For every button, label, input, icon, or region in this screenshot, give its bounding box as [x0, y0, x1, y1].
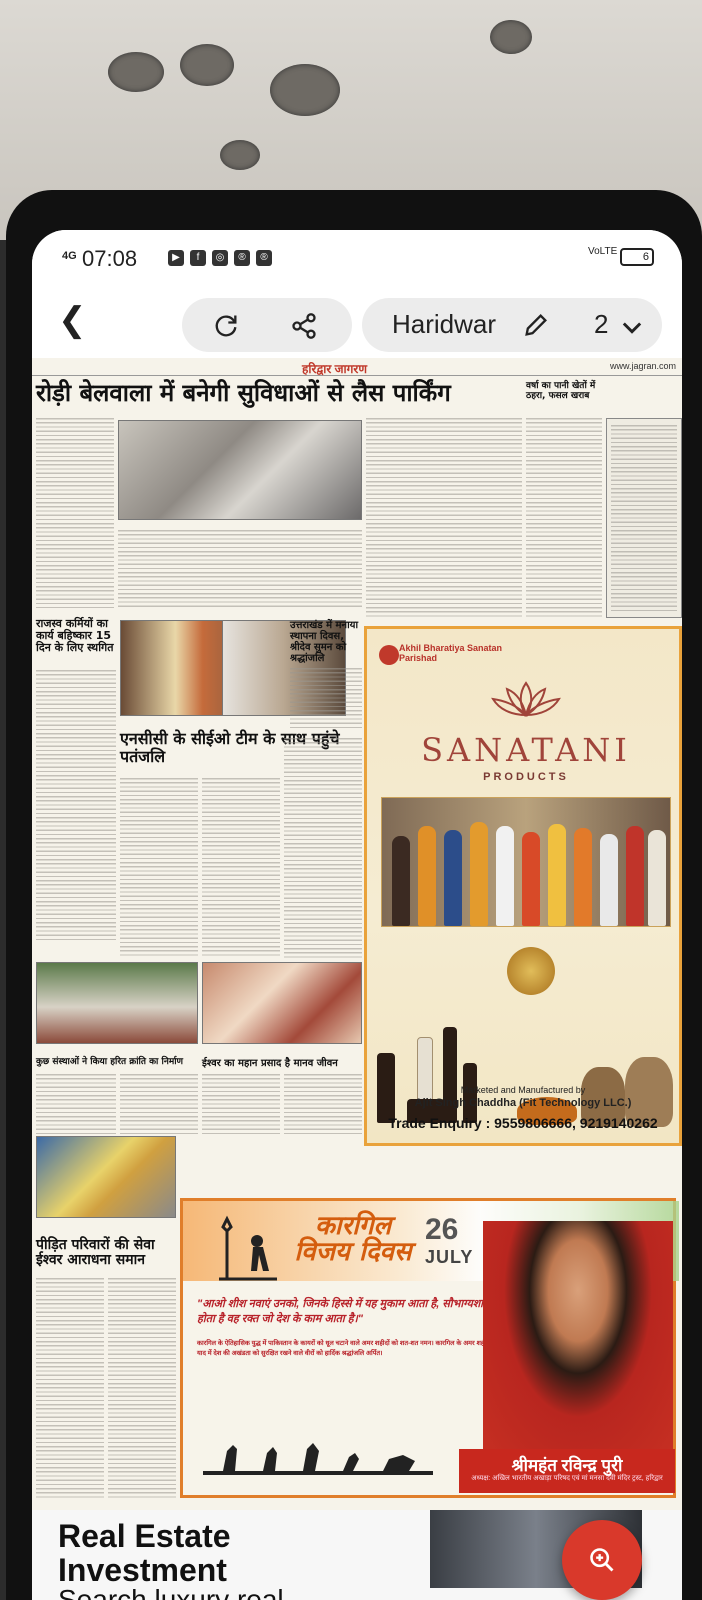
article-text [120, 1074, 198, 1134]
uttarakhand-headline: उत्तराखंड में मनाया स्थापना दिवस, श्रीदे… [290, 620, 359, 664]
background-hole [220, 140, 260, 170]
person-figure [648, 830, 666, 926]
person-figure [574, 828, 592, 926]
background-hole [270, 64, 340, 116]
soldiers-silhouette [203, 1443, 433, 1475]
kargil-vijay-diwas-advertisement[interactable]: कारगिल विजय दिवस 26 JULY "आओ शीश नवाएं उ… [180, 1198, 679, 1498]
plantation-photo [36, 962, 198, 1044]
battery-indicator: 6 [620, 248, 654, 266]
article-text [120, 778, 198, 958]
ad-title: कारगिल विजय दिवस [294, 1211, 412, 1267]
phone-frame: 4G 07:08 ▶ f ◎ ® ® VoLTE 6 ❮ Haridwar 2 … [6, 190, 702, 1600]
relief-photo [36, 1136, 176, 1218]
god-headline: ईश्वर का महान प्रसाद है मानव जीवन [202, 1058, 338, 1069]
youtube-icon: ▶ [168, 250, 184, 266]
action-pill [182, 298, 352, 352]
ad-body: कारगिल के ऐतिहासिक युद्ध में पाकिस्तान क… [197, 1340, 500, 1357]
pencil-icon[interactable] [522, 311, 550, 339]
person-figure [470, 822, 488, 926]
status-bar: 4G 07:08 ▶ f ◎ ® ® VoLTE 6 [32, 230, 682, 286]
page-masthead: हरिद्वार जागरण www.jagran.com [32, 358, 682, 376]
back-button[interactable]: ❮ [58, 300, 87, 340]
article-text [108, 1278, 176, 1498]
ad-quote: "आओ शीश नवाएं उनको, जिनके हिस्से में यह … [197, 1298, 494, 1325]
article-text [36, 670, 116, 940]
article-text [118, 530, 362, 610]
ad-company: Ajit Singh Chaddha (Fit Technology LLC.) [414, 1097, 632, 1109]
registered-icon: ® [234, 250, 250, 266]
service-headline: पीड़ित परिवारों की सेवा ईश्वर आराधना समा… [36, 1237, 155, 1269]
sanatani-token-coin [507, 947, 555, 995]
person-figure [444, 830, 462, 926]
zoom-button[interactable] [562, 1520, 642, 1600]
person-figure [392, 836, 410, 926]
person-figure [600, 834, 618, 926]
meeting-photo [118, 420, 362, 520]
facebook-icon: f [190, 250, 206, 266]
portrait-photo [483, 1221, 673, 1453]
ad-person-name: श्रीमहंत रविन्द्र पुरी [511, 1456, 623, 1475]
newspaper-page[interactable]: हरिद्वार जागरण www.jagran.com रोड़ी बेलव… [32, 358, 682, 1588]
ad-month: JULY [425, 1247, 474, 1267]
network-type: 4G [62, 250, 77, 262]
background-hole [490, 20, 532, 54]
edition-name[interactable]: Haridwar [392, 309, 496, 340]
article-text [202, 778, 280, 958]
ad-org: Akhil Bharatiya Sanatan Parishad [399, 643, 503, 663]
phone-screen: 4G 07:08 ▶ f ◎ ® ® VoLTE 6 ❮ Haridwar 2 … [32, 230, 682, 1600]
page-number[interactable]: 2 [594, 309, 608, 340]
lotus-icon [491, 681, 561, 717]
person-figure [548, 824, 566, 926]
ad-brand: SANATANI [421, 731, 631, 769]
gathering-photo [202, 962, 362, 1044]
main-headline: रोड़ी बेलवाला में बनेगी सुविधाओं से लैस … [36, 379, 451, 407]
share-icon[interactable] [290, 312, 318, 340]
sidebar-box [606, 418, 682, 618]
banner-line-1: Real Estate [58, 1518, 231, 1554]
volte-indicator: VoLTE [588, 246, 618, 257]
person-figure [626, 826, 644, 926]
article-text [611, 425, 677, 611]
side-headline: वर्षा का पानी खेतों में ठहरा, फसल खराब [526, 381, 596, 401]
notification-icons: ▶ f ◎ ® ® [168, 250, 272, 266]
article-text [36, 1278, 104, 1498]
reader-toolbar: ❮ Haridwar 2 [32, 286, 682, 358]
tree-headline: कुछ संस्थाओं ने किया हरित क्रांति का निर… [36, 1057, 184, 1067]
nameplate: श्रीमहंत रविन्द्र पुरी अध्यक्ष: अखिल भार… [459, 1449, 675, 1493]
edition-pill[interactable]: Haridwar 2 [362, 298, 662, 352]
chevron-down-icon[interactable] [618, 313, 646, 341]
article-text [36, 418, 114, 608]
person-figure [418, 826, 436, 926]
article-text [290, 668, 362, 728]
ad-tagline: PRODUCTS [483, 771, 569, 783]
ad-date: 26 [425, 1213, 459, 1246]
article-text [526, 418, 602, 618]
zoom-in-icon [590, 1548, 614, 1572]
messenger-icon: ◎ [212, 250, 228, 266]
article-text [284, 738, 362, 958]
status-time: 07:08 [82, 246, 138, 271]
ad-marketed-by: Marketed and Manufactured by [460, 1085, 586, 1095]
article-text [202, 1074, 280, 1134]
person-figure [496, 826, 514, 926]
launch-photo [381, 797, 671, 927]
article-text [284, 1074, 362, 1134]
masthead-title: हरिद्वार जागरण [302, 362, 367, 376]
refresh-icon[interactable] [212, 312, 240, 340]
app-notification-icon: ® [256, 250, 272, 266]
sanatani-advertisement[interactable]: Akhil Bharatiya Sanatan Parishad SANATAN… [364, 626, 682, 1146]
person-figure [522, 832, 540, 926]
employees-headline: राजस्व कर्मियों का कार्य बहिष्कार 15 दिन… [36, 617, 114, 655]
article-text [366, 418, 522, 618]
banner-line-3: Search luxury real [58, 1584, 284, 1600]
article-text [36, 1074, 116, 1134]
war-memorial-icon [219, 1215, 277, 1281]
masthead-url: www.jagran.com [609, 361, 676, 371]
background-hole [108, 52, 164, 92]
ad-trade-enquiry: Trade Enquiry : 9559806666, 9219140262 [388, 1115, 658, 1131]
parishad-logo [379, 645, 399, 665]
background-hole [180, 44, 234, 86]
ad-person-role: अध्यक्ष: अखिल भारतीय अखाड़ा परिषद एवं मा… [471, 1475, 663, 1482]
